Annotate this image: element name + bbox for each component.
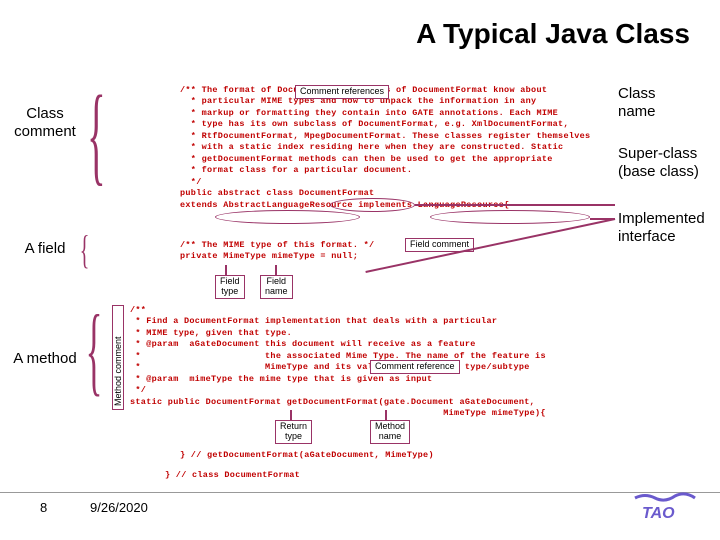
- arrow-method-name: [385, 410, 387, 420]
- page-number: 8: [40, 500, 47, 515]
- tag-return-type: Returntype: [275, 420, 312, 444]
- code-class-comment: /** The format of Documents. Subclasses …: [180, 85, 610, 211]
- arrow-classname: [415, 204, 615, 206]
- code-field-line: /** The MIME type of this format. */ pri…: [180, 240, 374, 263]
- logo-tao: TAO: [630, 488, 700, 528]
- arrow-superclass: [365, 218, 615, 272]
- arrow-field-type: [225, 265, 227, 275]
- arrow-return-type: [290, 410, 292, 420]
- arrow-field-name: [275, 265, 277, 275]
- brace-field: {: [80, 232, 90, 268]
- footer-date: 9/26/2020: [90, 500, 148, 515]
- label-class-name: Classname: [618, 85, 708, 121]
- label-class-comment: Classcomment: [10, 105, 80, 141]
- label-field: A field: [10, 240, 80, 258]
- arrow-interface: [590, 218, 615, 220]
- tag-field-type: Fieldtype: [215, 275, 245, 299]
- label-super-class: Super-class(base class): [618, 145, 708, 181]
- label-interface: Implementedinterface: [618, 210, 708, 246]
- tag-method-name: Methodname: [370, 420, 410, 444]
- brace-class-comment: {: [87, 85, 105, 184]
- slide-title: A Typical Java Class: [416, 18, 690, 50]
- tag-field-name: Fieldname: [260, 275, 293, 299]
- circle-super-class: [215, 210, 360, 224]
- code-class-close: } // class DocumentFormat: [165, 470, 300, 481]
- circle-interface: [430, 210, 590, 224]
- svg-text:TAO: TAO: [642, 505, 675, 522]
- brace-method: {: [86, 305, 103, 395]
- circle-class-name: [330, 198, 415, 212]
- code-method-close: } // getDocumentFormat(aGateDocument, Mi…: [180, 450, 434, 461]
- label-method: A method: [10, 350, 80, 368]
- tag-comment-references-top: Comment references: [295, 85, 389, 99]
- tag-comment-reference-mid: Comment reference: [370, 360, 460, 374]
- tag-method-comment: Method comment: [113, 336, 123, 406]
